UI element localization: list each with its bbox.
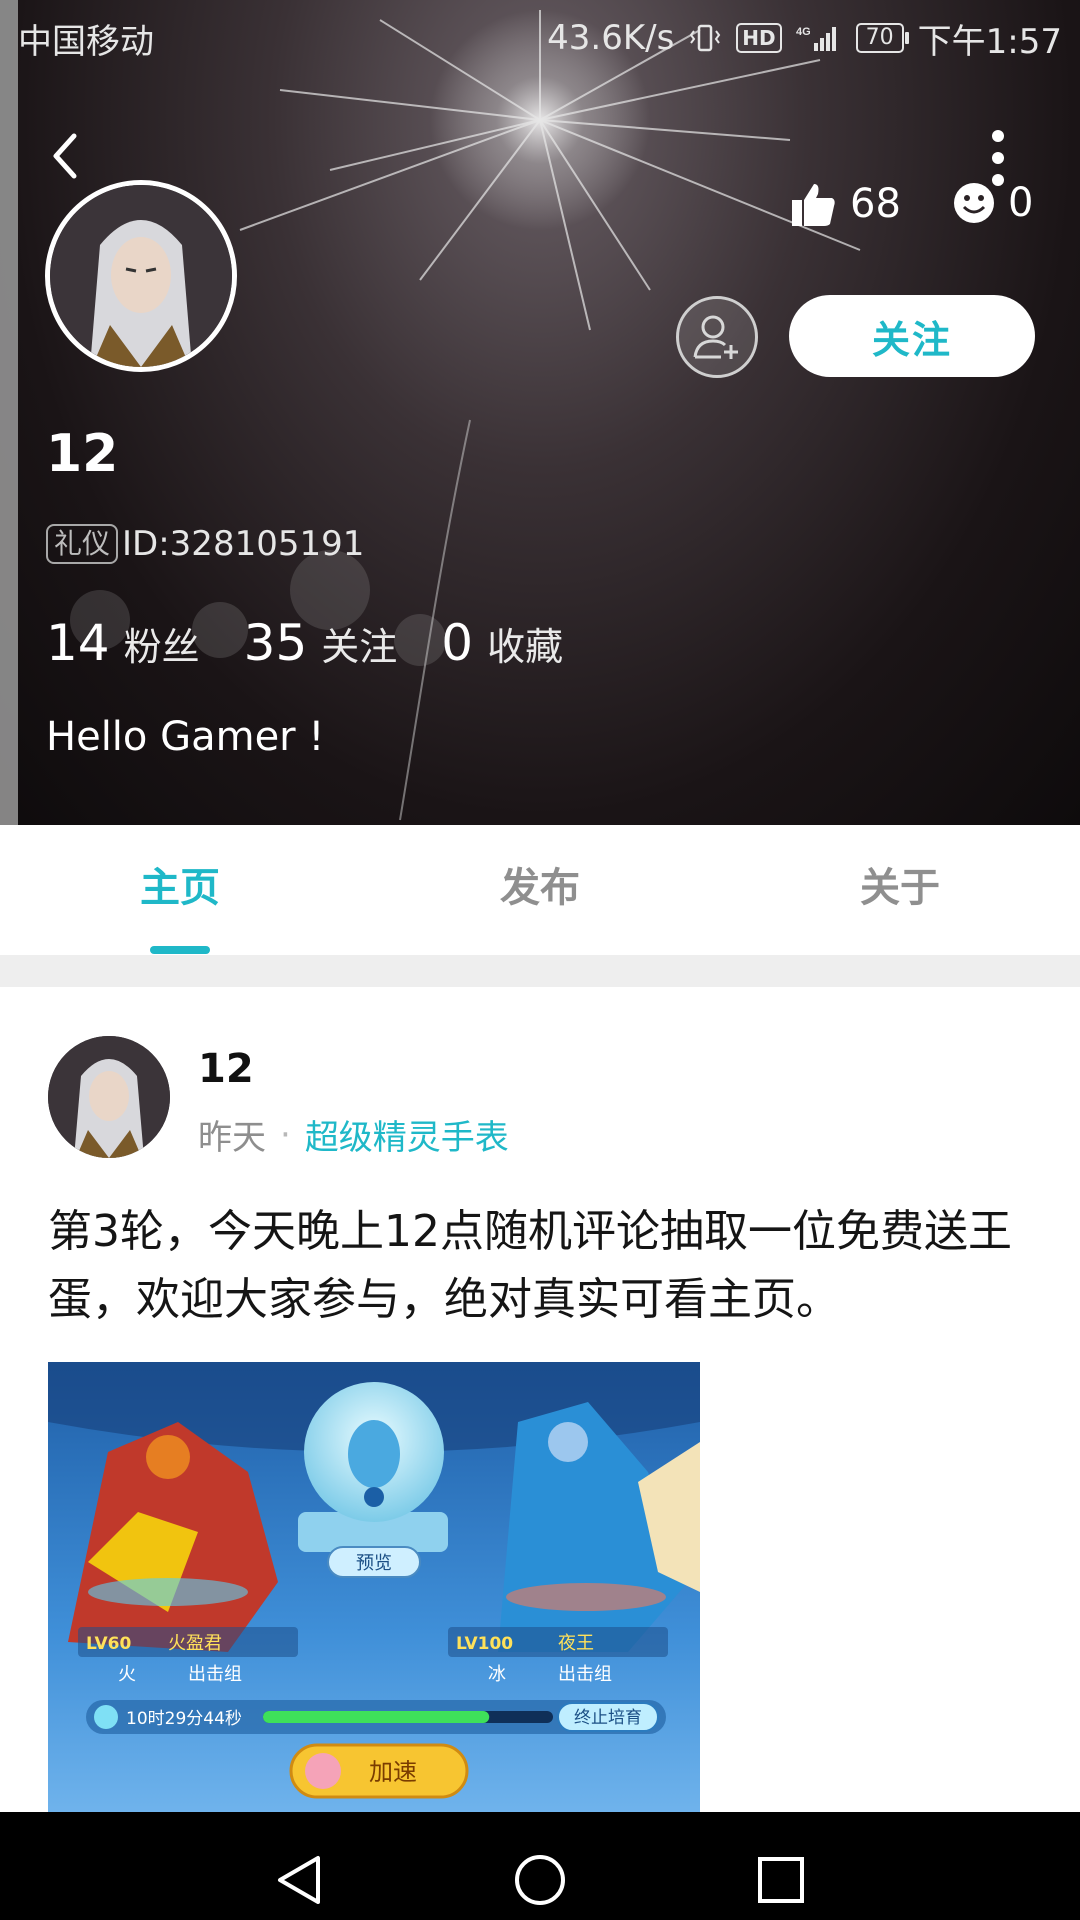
more-dots-icon (992, 130, 1004, 142)
tab-home[interactable]: 主页 (0, 825, 360, 955)
etiquette-badge: 礼仪 (46, 524, 119, 564)
profile-avatar[interactable] (45, 180, 237, 372)
stat-label: 收藏 (487, 625, 564, 669)
profile-header: 中国移动 43.6K/s HD 4G 70 下午1:57 68 0 关注 12 … (0, 0, 1080, 825)
left-attr: 火 (118, 1664, 136, 1685)
profile-stats: 14 粉丝 35 关注 0 收藏 (46, 614, 607, 672)
timer-progress-fill (263, 1711, 490, 1723)
system-nav-bar (0, 1812, 1080, 1920)
post-author-name[interactable]: 12 (198, 1046, 254, 1092)
battery-icon: 70 (855, 23, 909, 53)
more-menu-button[interactable] (980, 130, 1016, 186)
tab-posts[interactable]: 发布 (360, 825, 720, 955)
post-image[interactable]: 预览 LV60 火盈君 火 出击组 LV100 夜王 冰 出击组 10时29分4… (48, 1362, 700, 1812)
post-author-avatar[interactable] (48, 1036, 170, 1158)
right-name: 夜王 (558, 1633, 594, 1654)
reactions-counter[interactable]: 0 (952, 180, 1033, 226)
post-body-text[interactable]: 第3轮，今天晚上12点随机评论抽取一位免费送王蛋，欢迎大家参与，绝对真实可看主页… (48, 1198, 1038, 1334)
left-group: 出击组 (188, 1664, 242, 1685)
follow-button[interactable]: 关注 (789, 295, 1035, 377)
profile-tabs: 主页 发布 关于 (0, 825, 1080, 955)
thumbs-up-icon (792, 184, 835, 226)
game-screenshot: 预览 LV60 火盈君 火 出击组 LV100 夜王 冰 出击组 10时29分4… (48, 1362, 700, 1812)
nav-back-icon[interactable] (278, 1856, 320, 1904)
section-divider (0, 955, 1080, 987)
stat-number: 0 (441, 614, 474, 672)
carrier-label: 中国移动 (18, 21, 154, 62)
tab-about[interactable]: 关于 (720, 825, 1080, 955)
meta-separator: · (280, 1114, 291, 1155)
stop-breeding-label: 终止培育 (574, 1708, 642, 1728)
signal-icon: 4G (796, 23, 842, 53)
chevron-left-icon (53, 133, 77, 179)
nav-home-icon[interactable] (515, 1855, 565, 1905)
stat-label: 粉丝 (123, 625, 200, 669)
clock: 下午1:57 (917, 21, 1062, 62)
stat-number: 14 (46, 614, 110, 672)
stat-number: 35 (243, 614, 308, 672)
profile-id: ID:328105191 (122, 524, 365, 564)
sparkler-background (70, 10, 861, 821)
stat-label: 关注 (321, 625, 398, 669)
smiley-icon (954, 183, 994, 223)
post-time: 昨天 (198, 1118, 266, 1158)
hd-icon: HD (736, 23, 782, 53)
reactions-count: 0 (1008, 180, 1034, 226)
svg-text:4G: 4G (796, 26, 811, 38)
add-user-icon (693, 315, 738, 359)
status-right: 43.6K/s HD 4G 70 下午1:57 (547, 14, 1062, 63)
profile-bio: Hello Gamer ! (46, 714, 325, 760)
preview-label: 预览 (356, 1553, 392, 1574)
right-group: 出击组 (558, 1664, 612, 1685)
status-bar: 中国移动 43.6K/s HD 4G 70 下午1:57 (18, 14, 1062, 62)
post-topic-link[interactable]: 超级精灵手表 (305, 1110, 509, 1159)
profile-id-row: 礼仪 ID:328105191 (46, 524, 364, 564)
stat-favorites[interactable]: 0 收藏 (441, 614, 563, 672)
left-name: 火盈君 (168, 1633, 222, 1654)
more-dot (992, 152, 1004, 164)
nav-buttons (278, 1855, 804, 1905)
back-button[interactable] (44, 128, 88, 184)
left-level: LV60 (86, 1634, 131, 1654)
avatar-image (48, 1036, 170, 1158)
add-friend-button[interactable] (676, 296, 758, 378)
active-tab-indicator (150, 946, 210, 954)
likes-count: 68 (850, 181, 901, 227)
profile-username: 12 (46, 424, 119, 484)
speed-up-label: 加速 (369, 1758, 417, 1786)
nav-recents-icon[interactable] (758, 1857, 804, 1903)
right-attr: 冰 (488, 1664, 506, 1685)
breeding-timer: 10时29分44秒 (126, 1709, 242, 1729)
avatar-image (50, 185, 232, 367)
stat-following[interactable]: 35 关注 (244, 614, 398, 672)
network-speed: 43.6K/s (547, 18, 675, 58)
likes-counter[interactable]: 68 (790, 180, 901, 228)
post-meta: 昨天 · 超级精灵手表 (198, 1110, 509, 1159)
stat-fans[interactable]: 14 粉丝 (46, 614, 200, 672)
vibrate-icon (688, 23, 722, 53)
right-level: LV100 (456, 1634, 513, 1654)
